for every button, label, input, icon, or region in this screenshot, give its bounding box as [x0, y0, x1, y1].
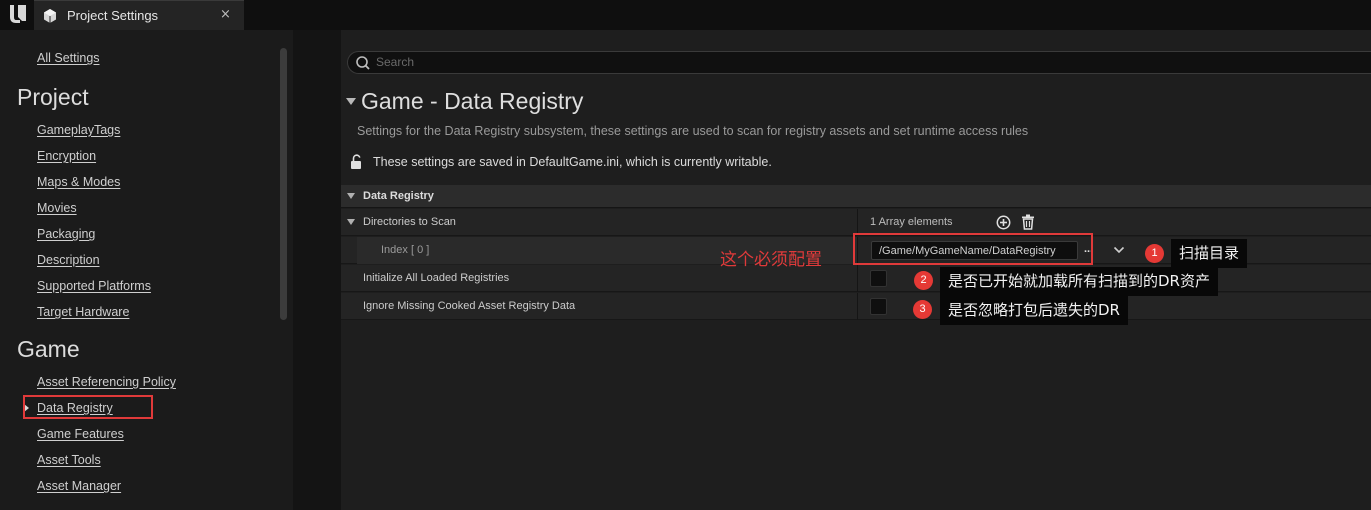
sidebar-category-project: Project [17, 84, 89, 110]
search-input[interactable]: Search [347, 51, 1371, 74]
add-element-icon[interactable] [996, 215, 1011, 230]
settings-sidebar: All Settings Project GameplayTags Encryp… [0, 30, 293, 510]
trash-icon[interactable] [1021, 214, 1035, 230]
chevron-down-icon[interactable] [1113, 246, 1125, 254]
sidebar-item-movies[interactable]: Movies [37, 201, 77, 215]
tab-title: Project Settings [67, 8, 159, 23]
sidebar-item-game-features[interactable]: Game Features [37, 427, 124, 441]
panel-gap [293, 30, 341, 510]
settings-cube-icon [44, 9, 56, 23]
annotation-highlight-box [853, 233, 1093, 265]
category-label: Data Registry [363, 190, 434, 202]
sidebar-category-game: Game [17, 336, 80, 362]
search-placeholder: Search [376, 55, 415, 69]
title-bar: Project Settings × [0, 0, 1371, 30]
sidebar-item-asset-referencing-policy[interactable]: Asset Referencing Policy [37, 375, 176, 389]
unreal-logo-icon [6, 2, 30, 26]
annotation-callout-3: 是否忽略打包后遗失的DR [940, 296, 1128, 325]
column-divider [857, 209, 858, 236]
sidebar-all-settings[interactable]: All Settings [37, 51, 100, 65]
property-label: Initialize All Loaded Registries [363, 272, 510, 284]
ignore-missing-checkbox[interactable] [870, 298, 887, 315]
array-index-label: Index [ 0 ] [381, 244, 430, 256]
sidebar-item-asset-manager[interactable]: Asset Manager [37, 479, 121, 493]
annotation-badge-2: 2 [914, 271, 933, 290]
sidebar-item-description[interactable]: Description [37, 253, 100, 267]
section-description: Settings for the Data Registry subsystem… [357, 124, 1029, 138]
close-tab-icon[interactable]: × [220, 7, 231, 22]
sidebar-item-encryption[interactable]: Encryption [37, 149, 96, 163]
selection-highlight-box [23, 395, 153, 419]
property-label: Directories to Scan [363, 216, 456, 228]
property-row-ignore-missing: Ignore Missing Cooked Asset Registry Dat… [341, 293, 1371, 320]
annotation-required-note: 这个必须配置 [720, 250, 822, 270]
page-title: Game - Data Registry [361, 88, 584, 114]
section-collapse-icon[interactable] [346, 98, 356, 105]
sidebar-item-asset-tools[interactable]: Asset Tools [37, 453, 101, 467]
category-header-data-registry[interactable]: Data Registry [341, 185, 1371, 208]
annotation-badge-3: 3 [913, 300, 932, 319]
array-expand-icon[interactable] [347, 219, 355, 225]
search-icon [356, 56, 370, 70]
annotation-callout-2: 是否已开始就加载所有扫描到的DR资产 [940, 267, 1218, 296]
sidebar-item-packaging[interactable]: Packaging [37, 227, 95, 241]
initialize-checkbox[interactable] [870, 270, 887, 287]
config-saved-note: These settings are saved in DefaultGame.… [373, 155, 772, 169]
array-count: 1 Array elements [870, 216, 953, 228]
unlocked-icon [351, 154, 361, 169]
sidebar-scrollbar[interactable] [280, 48, 287, 320]
property-label: Ignore Missing Cooked Asset Registry Dat… [363, 300, 576, 312]
column-divider [857, 265, 858, 292]
annotation-callout-1: 扫描目录 [1171, 239, 1248, 268]
tab-project-settings[interactable]: Project Settings × [34, 0, 244, 30]
sidebar-item-gameplaytags[interactable]: GameplayTags [37, 123, 120, 137]
sidebar-item-maps-modes[interactable]: Maps & Modes [37, 175, 120, 189]
sidebar-item-target-hardware[interactable]: Target Hardware [37, 305, 129, 319]
sidebar-item-supported-platforms[interactable]: Supported Platforms [37, 279, 151, 293]
category-collapse-icon[interactable] [347, 193, 355, 199]
annotation-badge-1: 1 [1145, 244, 1164, 263]
property-row-directories: Directories to Scan 1 Array elements [341, 209, 1371, 236]
column-divider [857, 293, 858, 320]
